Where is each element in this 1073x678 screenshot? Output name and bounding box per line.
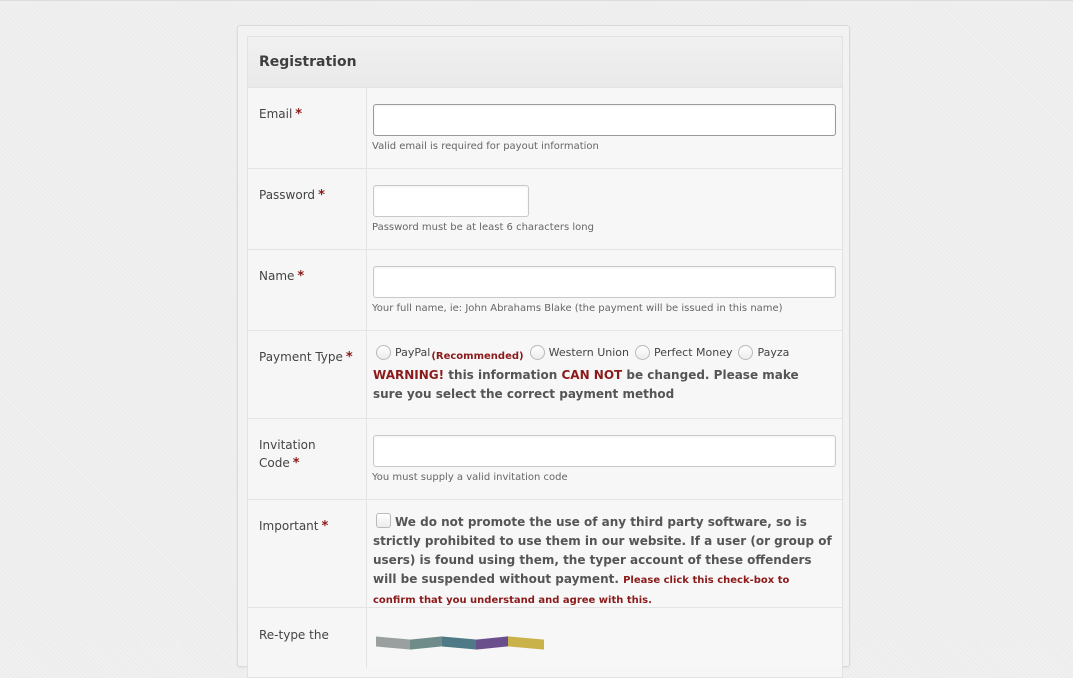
invitation-label-line1: Invitation (259, 438, 316, 452)
payment-type-label-cell: Payment Type * (248, 331, 367, 418)
captcha-field-cell (367, 608, 842, 668)
top-divider (0, 0, 1073, 1)
email-label: Email (259, 107, 293, 121)
captcha-strip (442, 636, 476, 650)
email-field-cell: Valid email is required for payout infor… (367, 88, 842, 168)
western-union-label[interactable]: Western Union (549, 346, 629, 359)
name-row: Name * Your full name, ie: John Abrahams … (248, 250, 842, 331)
warning-emphasis: CAN NOT (561, 368, 623, 382)
password-label-cell: Password * (248, 169, 367, 249)
payment-type-field-cell: PayPal (Recommended) Western Union Perfe… (367, 331, 842, 418)
important-label-cell: Important * (248, 500, 367, 607)
agree-checkbox[interactable] (376, 513, 391, 528)
captcha-label: Re-type the (259, 628, 329, 642)
card-header: Registration (248, 37, 842, 88)
captcha-strip (476, 636, 508, 650)
important-field-cell: We do not promote the use of any third p… (367, 500, 842, 607)
registration-card: Registration Email * Valid email is requi… (247, 36, 843, 678)
email-help: Valid email is required for payout infor… (372, 141, 599, 152)
required-marker: * (318, 188, 325, 203)
password-field[interactable] (373, 185, 529, 217)
warning-prefix: WARNING! (373, 368, 445, 382)
registration-panel: Registration Email * Valid email is requi… (237, 25, 850, 678)
captcha-label-cell: Re-type the (248, 608, 367, 668)
name-label-cell: Name * (248, 250, 367, 330)
password-help: Password must be at least 6 characters l… (372, 222, 594, 233)
captcha-strip (376, 636, 410, 650)
paypal-radio[interactable] (376, 344, 391, 360)
required-marker: * (345, 350, 353, 365)
important-row: Important * We do not promote the use of … (248, 500, 842, 608)
invitation-field-cell: You must supply a valid invitation code (367, 419, 842, 499)
invitation-code-field[interactable] (373, 435, 836, 467)
payza-radio[interactable] (738, 344, 754, 360)
password-field-cell: Password must be at least 6 characters l… (367, 169, 842, 249)
perfect-money-radio[interactable] (634, 344, 650, 360)
western-union-radio[interactable] (529, 344, 545, 360)
payment-options: PayPal (Recommended) Western Union Perfe… (373, 342, 842, 362)
payment-type-label: Payment Type (259, 350, 343, 364)
email-row: Email * Valid email is required for payou… (248, 88, 842, 169)
password-row: Password * Password must be at least 6 ch… (248, 169, 842, 250)
payza-label[interactable]: Payza (757, 346, 789, 359)
required-marker: * (295, 107, 303, 122)
paypal-label[interactable]: PayPal (395, 346, 430, 359)
required-marker: * (292, 456, 300, 471)
captcha-strip (410, 636, 442, 650)
invitation-label-line2: Code (259, 456, 290, 470)
name-label: Name (259, 269, 295, 283)
captcha-row: Re-type the (248, 608, 842, 668)
invitation-help: You must supply a valid invitation code (372, 472, 568, 483)
invitation-code-row: Invitation Code * You must supply a valid… (248, 419, 842, 500)
recommended-note: (Recommended) (431, 350, 524, 362)
name-help: Your full name, ie: John Abrahams Blake … (372, 303, 783, 314)
important-label: Important (259, 519, 319, 533)
payment-warning: WARNING! this information CAN NOT be cha… (373, 366, 813, 404)
email-field[interactable] (373, 104, 836, 136)
perfect-money-label[interactable]: Perfect Money (654, 346, 733, 359)
password-label: Password (259, 188, 316, 202)
name-field-cell: Your full name, ie: John Abrahams Blake … (367, 250, 842, 330)
warning-part1: this information (444, 368, 562, 382)
name-field[interactable] (373, 266, 836, 298)
important-text-block: We do not promote the use of any third p… (373, 513, 835, 610)
invitation-label-cell: Invitation Code * (248, 419, 367, 499)
form-title: Registration (259, 54, 357, 70)
captcha-strip (508, 636, 544, 650)
required-marker: * (297, 269, 305, 284)
payment-type-row: Payment Type * PayPal (Recommended) Weste… (248, 331, 842, 419)
email-label-cell: Email * (248, 88, 367, 168)
captcha-image (376, 636, 842, 650)
required-marker: * (321, 519, 329, 534)
